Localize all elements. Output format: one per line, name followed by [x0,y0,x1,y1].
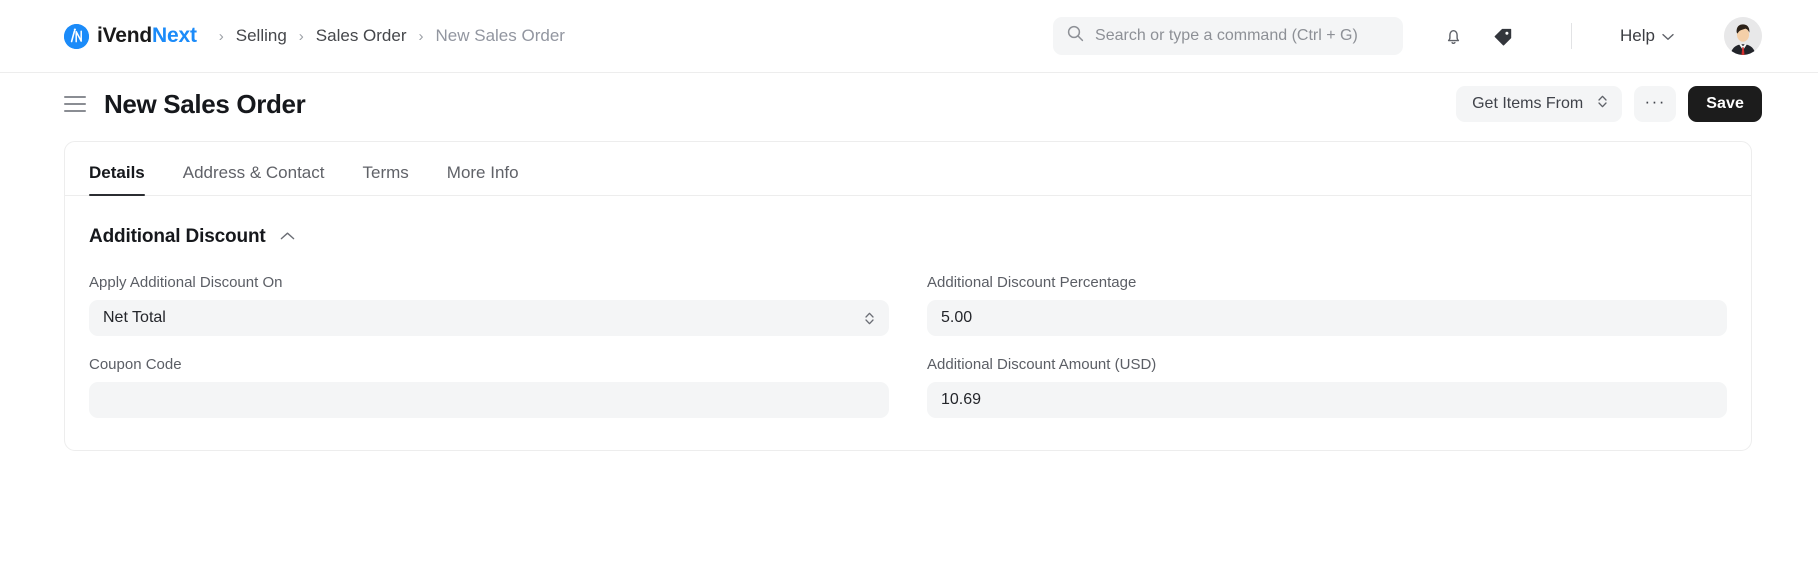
section-title: Additional Discount [89,226,266,247]
top-navbar: iVendNext › Selling › Sales Order › New … [0,0,1818,73]
navbar-divider [1571,23,1573,49]
breadcrumb: › Selling › Sales Order › New Sales Orde… [207,26,565,46]
breadcrumb-separator: › [298,27,304,45]
user-avatar[interactable] [1724,17,1762,55]
breadcrumb-item-selling[interactable]: Selling [236,26,287,46]
tab-terms[interactable]: Terms [363,163,409,195]
brand-name: iVendNext [97,24,197,48]
field-additional-discount-amount: Additional Discount Amount (USD) 10.69 [927,356,1727,418]
select-chevrons-icon [864,310,875,327]
brand-logo-link[interactable]: iVendNext [64,23,197,49]
tag-icon[interactable] [1491,24,1515,48]
field-label: Additional Discount Amount (USD) [927,356,1157,373]
field-label: Apply Additional Discount On [89,274,283,291]
breadcrumb-item-new-sales-order: New Sales Order [435,26,565,45]
brand-name-primary: iVend [97,24,153,47]
get-items-from-label: Get Items From [1472,95,1584,112]
additional-discount-form: Apply Additional Discount On Net Total A… [89,274,1727,418]
breadcrumb-item-sales-order[interactable]: Sales Order [316,26,407,46]
tab-address-contact[interactable]: Address & Contact [183,163,325,195]
field-value: 5.00 [941,309,973,326]
chevron-down-icon [1662,26,1674,46]
form-card: Details Address & Contact Terms More Inf… [64,141,1752,451]
search-placeholder: Search or type a command (Ctrl + G) [1095,27,1358,44]
help-menu[interactable]: Help [1620,26,1674,46]
hamburger-bar [64,103,86,105]
field-label: Coupon Code [89,356,182,373]
tab-more-info[interactable]: More Info [447,163,519,195]
breadcrumb-separator: › [218,27,224,45]
search-icon [1067,25,1084,47]
breadcrumb-separator: › [418,27,424,45]
field-value: Net Total [103,309,166,326]
help-label: Help [1620,26,1655,45]
additional-discount-percentage-input[interactable]: 5.00 [927,300,1727,336]
bell-icon[interactable] [1441,24,1465,48]
select-chevrons-icon [1597,93,1608,115]
page-title: New Sales Order [104,88,306,119]
hamburger-icon[interactable] [64,96,86,112]
section-header-additional-discount[interactable]: Additional Discount [89,226,1727,248]
card-body: Additional Discount Apply Additional Dis… [65,196,1751,450]
brand-name-accent: Next [152,24,197,47]
page-header-actions: Get Items From ··· Save [1456,86,1762,122]
search-input[interactable]: Search or type a command (Ctrl + G) [1053,17,1404,55]
field-coupon-code: Coupon Code [89,356,889,418]
tab-bar: Details Address & Contact Terms More Inf… [65,142,1751,196]
field-value: 10.69 [941,391,982,408]
more-actions-button[interactable]: ··· [1634,86,1677,122]
ivend-logo-icon [64,23,89,49]
page-header: New Sales Order Get Items From ··· Save [0,73,1818,135]
hamburger-bar [64,110,86,112]
field-additional-discount-percentage: Additional Discount Percentage 5.00 [927,274,1727,336]
hamburger-bar [64,96,86,98]
tab-details[interactable]: Details [89,163,145,196]
apply-additional-discount-on-select[interactable]: Net Total [89,300,889,336]
field-apply-additional-discount-on: Apply Additional Discount On Net Total [89,274,889,336]
save-button[interactable]: Save [1688,86,1762,122]
navbar-icons: Help [1441,17,1762,55]
field-label: Additional Discount Percentage [927,274,1137,291]
additional-discount-amount-input[interactable]: 10.69 [927,382,1727,418]
chevron-up-icon[interactable] [280,228,295,246]
coupon-code-input[interactable] [89,382,889,418]
get-items-from-button[interactable]: Get Items From [1456,86,1623,122]
